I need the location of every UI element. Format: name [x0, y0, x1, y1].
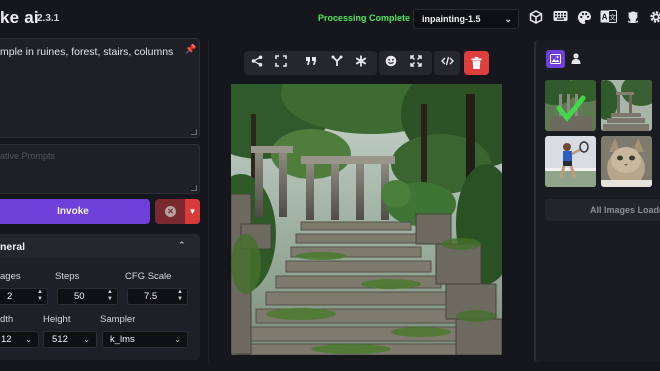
steps-value: 50 [74, 291, 85, 302]
status-text: Processing Complete [318, 13, 411, 23]
cat-thumbnail-image [601, 136, 652, 187]
github-icon[interactable] [625, 10, 641, 26]
images-label: ages [0, 271, 21, 282]
width-value: 12 [1, 334, 12, 345]
app-logo-text: ke ai [0, 8, 39, 27]
gallery-thumbnail[interactable] [601, 80, 652, 131]
chevron-down-icon: ⌄ [504, 14, 512, 24]
invoke-button[interactable]: Invoke [0, 199, 150, 224]
app-version: 2.3.1 [37, 13, 60, 24]
stepper-icon[interactable]: ▲ ▼ [107, 289, 113, 303]
cfg-scale-label: CFG Scale [125, 271, 172, 282]
steps-input[interactable]: 50 ▲ ▼ [57, 288, 118, 305]
cube-icon[interactable] [528, 10, 544, 26]
ruins-thumbnail-image [601, 80, 652, 131]
width-label: dth [0, 314, 14, 325]
chevron-down-icon: ⌄ [25, 335, 32, 344]
images-input[interactable]: 2 ▲ ▼ [0, 288, 48, 305]
chevron-up-icon[interactable]: ⌃ [178, 240, 186, 251]
all-images-loaded-button: All Images Loade [545, 199, 660, 221]
height-value: 512 [52, 334, 68, 345]
negative-prompt-placeholder: ative Prompts [0, 151, 56, 161]
cancel-options-button[interactable]: ▼ [185, 199, 200, 224]
steps-label: Steps [55, 271, 80, 282]
trash-icon [471, 57, 482, 69]
sampler-value: k_lms [110, 334, 135, 345]
share-icon[interactable] [249, 55, 265, 71]
resize-handle-icon[interactable] [191, 129, 197, 135]
user-icon [571, 53, 581, 64]
model-select[interactable]: inpainting-1.5 ⌄ [413, 9, 519, 29]
delete-button[interactable] [464, 51, 489, 75]
fullscreen-icon[interactable] [273, 55, 289, 71]
close-icon: ✕ [165, 206, 176, 217]
general-panel-title: neral [0, 241, 26, 253]
translate-icon[interactable]: A文 [600, 10, 617, 26]
asterisk-icon[interactable] [353, 55, 369, 71]
general-panel-header[interactable] [0, 234, 200, 258]
gallery-thumbnail[interactable] [601, 136, 652, 187]
face-restore-icon[interactable] [383, 55, 399, 71]
resize-handle-icon[interactable] [191, 185, 197, 191]
width-select[interactable]: 12 ⌄ [0, 331, 39, 348]
quote-icon[interactable] [303, 55, 319, 71]
panel-divider [208, 40, 209, 362]
ruins-thumbnail-image [545, 80, 596, 131]
gallery-thumbnail[interactable] [545, 136, 596, 187]
stepper-icon[interactable]: ▲ ▼ [37, 289, 43, 303]
height-select[interactable]: 512 ⌄ [43, 331, 97, 348]
cfg-scale-input[interactable]: 7.5 ▲ ▼ [127, 288, 188, 305]
prompt-text: mple in ruines, forest, stairs, columns [0, 46, 174, 58]
ruins-forest-image [231, 84, 502, 355]
chevron-down-icon: ⌄ [174, 335, 181, 344]
gallery-user-tab[interactable] [567, 50, 586, 68]
settings-icon[interactable] [648, 10, 660, 26]
sampler-select[interactable]: k_lms ⌄ [102, 331, 188, 348]
gallery-thumbnail[interactable] [545, 80, 596, 131]
cfg-scale-value: 7.5 [144, 291, 158, 302]
keyboard-icon[interactable] [552, 10, 568, 26]
palette-icon[interactable] [576, 10, 592, 26]
height-label: Height [43, 314, 71, 325]
images-value: 2 [7, 291, 13, 302]
code-icon[interactable] [439, 55, 455, 71]
cancel-button[interactable]: ✕ [155, 199, 185, 224]
gallery-images-tab[interactable] [546, 50, 565, 68]
svg-text:文: 文 [609, 13, 616, 22]
app-header: ke ai 2.3.1 Processing Complete inpainti… [0, 0, 660, 36]
stepper-icon[interactable]: ▲ ▼ [177, 289, 183, 303]
pin-icon[interactable]: 📌 [185, 44, 196, 55]
current-image[interactable] [231, 84, 502, 355]
chevron-down-icon: ⌄ [83, 335, 90, 344]
upscale-icon[interactable] [408, 55, 424, 71]
model-select-value: inpainting-1.5 [422, 14, 481, 24]
tennis-player-thumbnail-image [545, 136, 596, 187]
seed-icon[interactable] [329, 55, 345, 71]
image-icon [550, 54, 561, 64]
svg-text:A: A [602, 13, 608, 22]
sampler-label: Sampler [100, 314, 136, 325]
